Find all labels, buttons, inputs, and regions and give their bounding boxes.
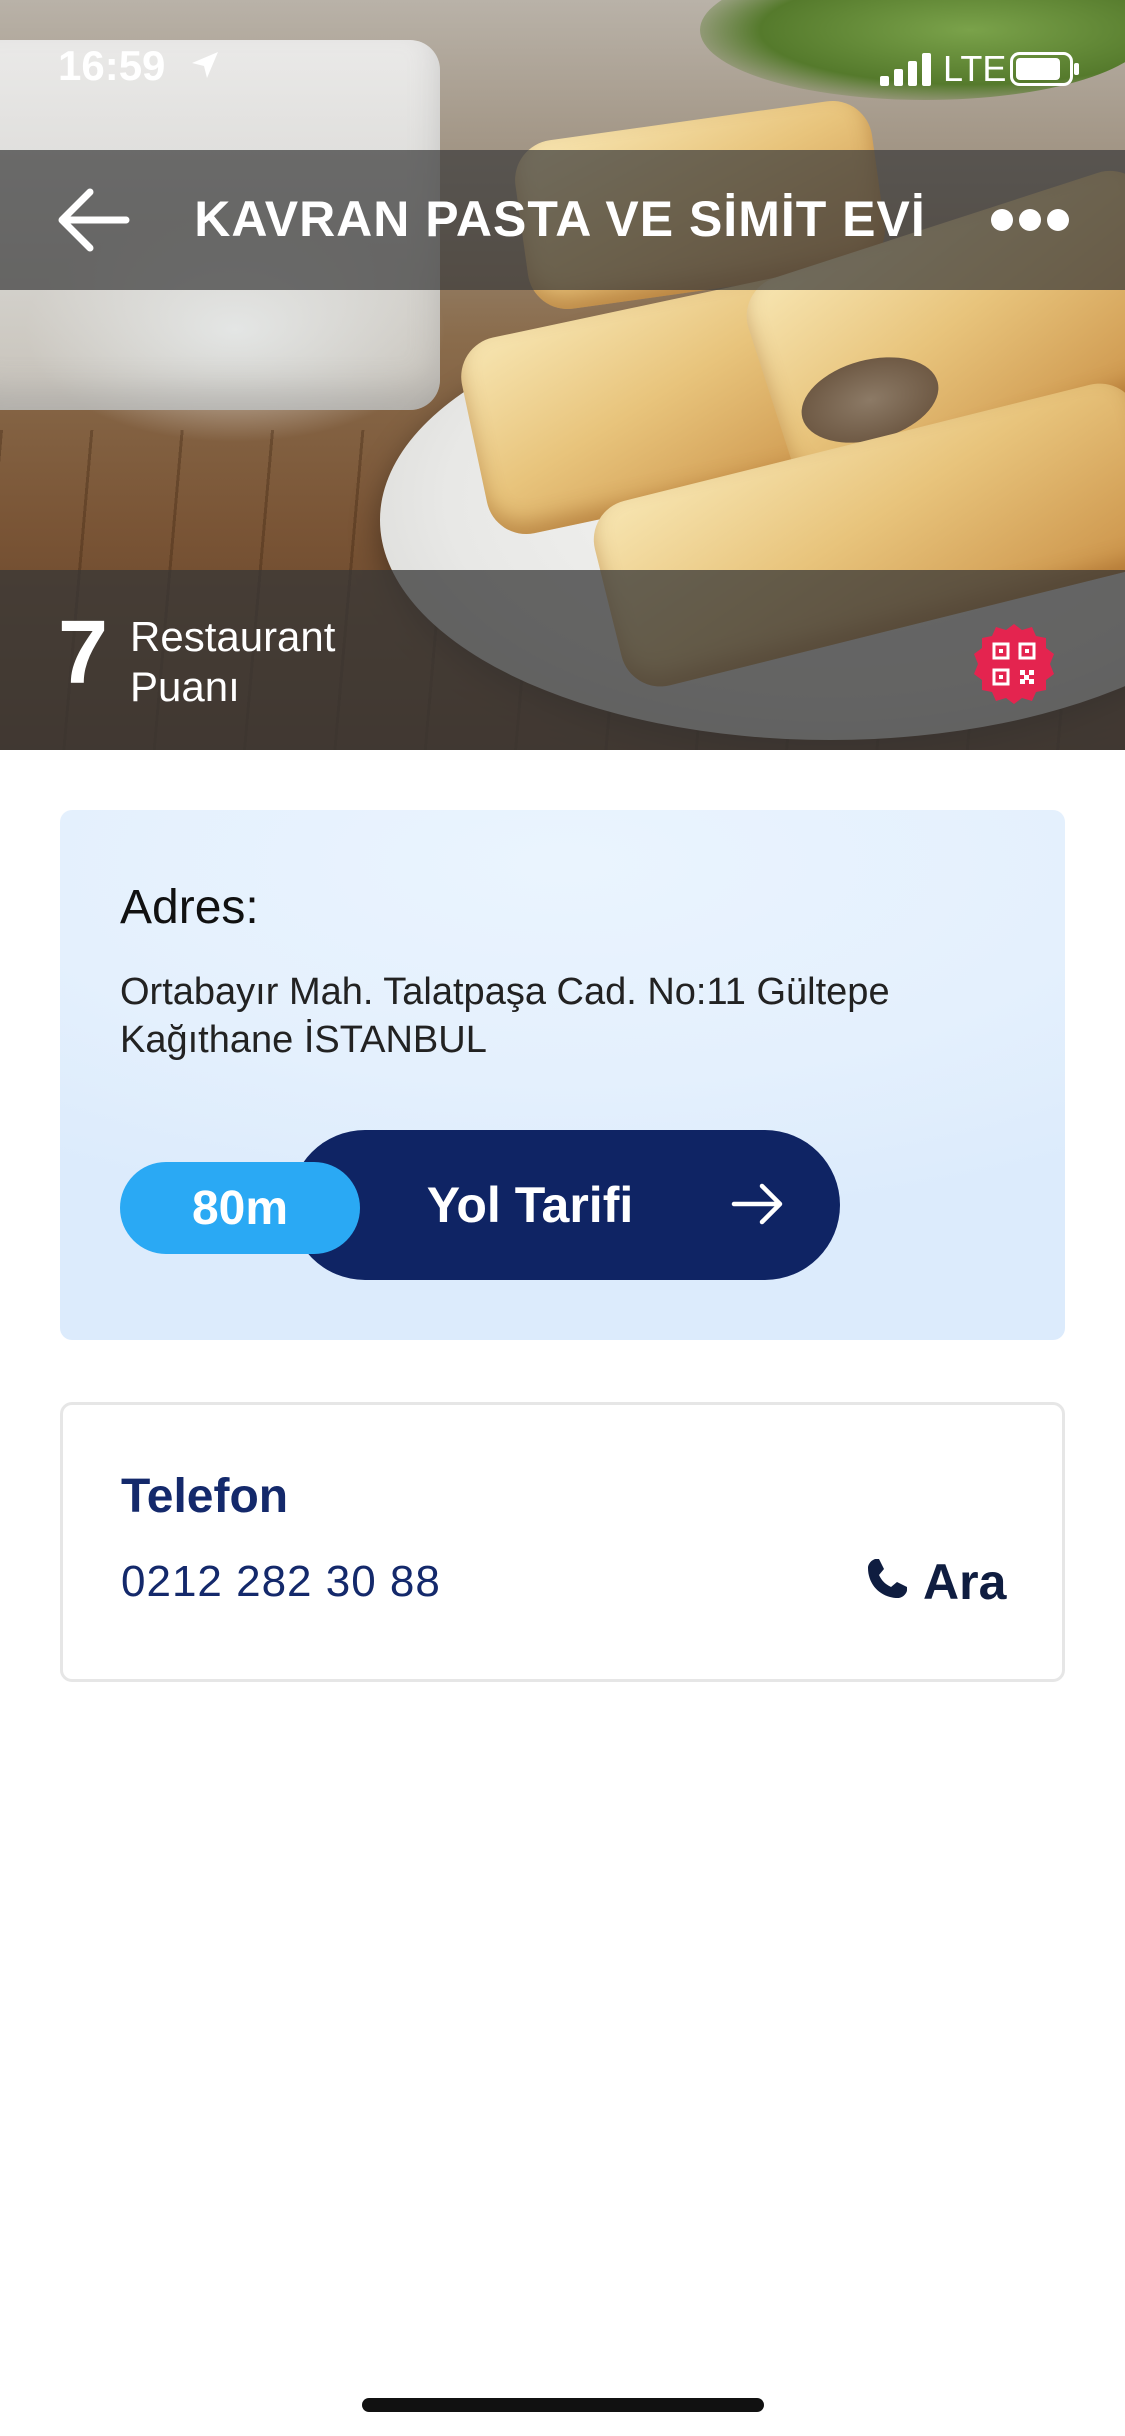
phone-card: Telefon 0212 282 30 88 Ara xyxy=(60,1402,1065,1682)
address-text: Ortabayır Mah. Talatpaşa Cad. No:11 Gült… xyxy=(120,971,890,1061)
status-bar: 16:59 LTE xyxy=(0,0,1125,140)
distance-value: 80m xyxy=(191,1181,289,1235)
address-heading: Adres: xyxy=(120,881,259,934)
arrow-right-icon xyxy=(731,1183,783,1225)
more-icon[interactable] xyxy=(990,198,1070,242)
status-time: 16:59 xyxy=(58,42,166,89)
call-label: Ara xyxy=(923,1554,1007,1610)
directions-button[interactable]: Yol Tarifi xyxy=(290,1130,840,1280)
restaurant-rating-label: Restaurant Puanı xyxy=(130,613,336,710)
call-button[interactable]: Ara xyxy=(863,1545,1023,1615)
rating-bar: 7 Restaurant Puanı xyxy=(0,570,1125,750)
battery-icon xyxy=(1010,52,1079,86)
network-label: LTE xyxy=(943,48,1007,89)
phone-icon xyxy=(868,1559,907,1598)
page-title: KAVRAN PASTA VE SİMİT EVİ xyxy=(194,191,926,247)
qr-code-icon[interactable] xyxy=(972,622,1056,706)
address-card: Adres: Ortabayır Mah. Talatpaşa Cad. No:… xyxy=(60,810,1065,1340)
phone-heading: Telefon xyxy=(121,1470,289,1523)
phone-number[interactable]: 0212 282 30 88 xyxy=(121,1557,441,1607)
signal-icon xyxy=(880,53,931,86)
back-arrow-icon[interactable] xyxy=(56,186,130,254)
location-arrow-icon xyxy=(192,52,218,78)
home-indicator xyxy=(362,2398,764,2412)
navigation-bar: KAVRAN PASTA VE SİMİT EVİ xyxy=(0,150,1125,290)
restaurant-rating-value: 7 xyxy=(58,603,109,703)
distance-badge: 80m xyxy=(120,1162,360,1254)
